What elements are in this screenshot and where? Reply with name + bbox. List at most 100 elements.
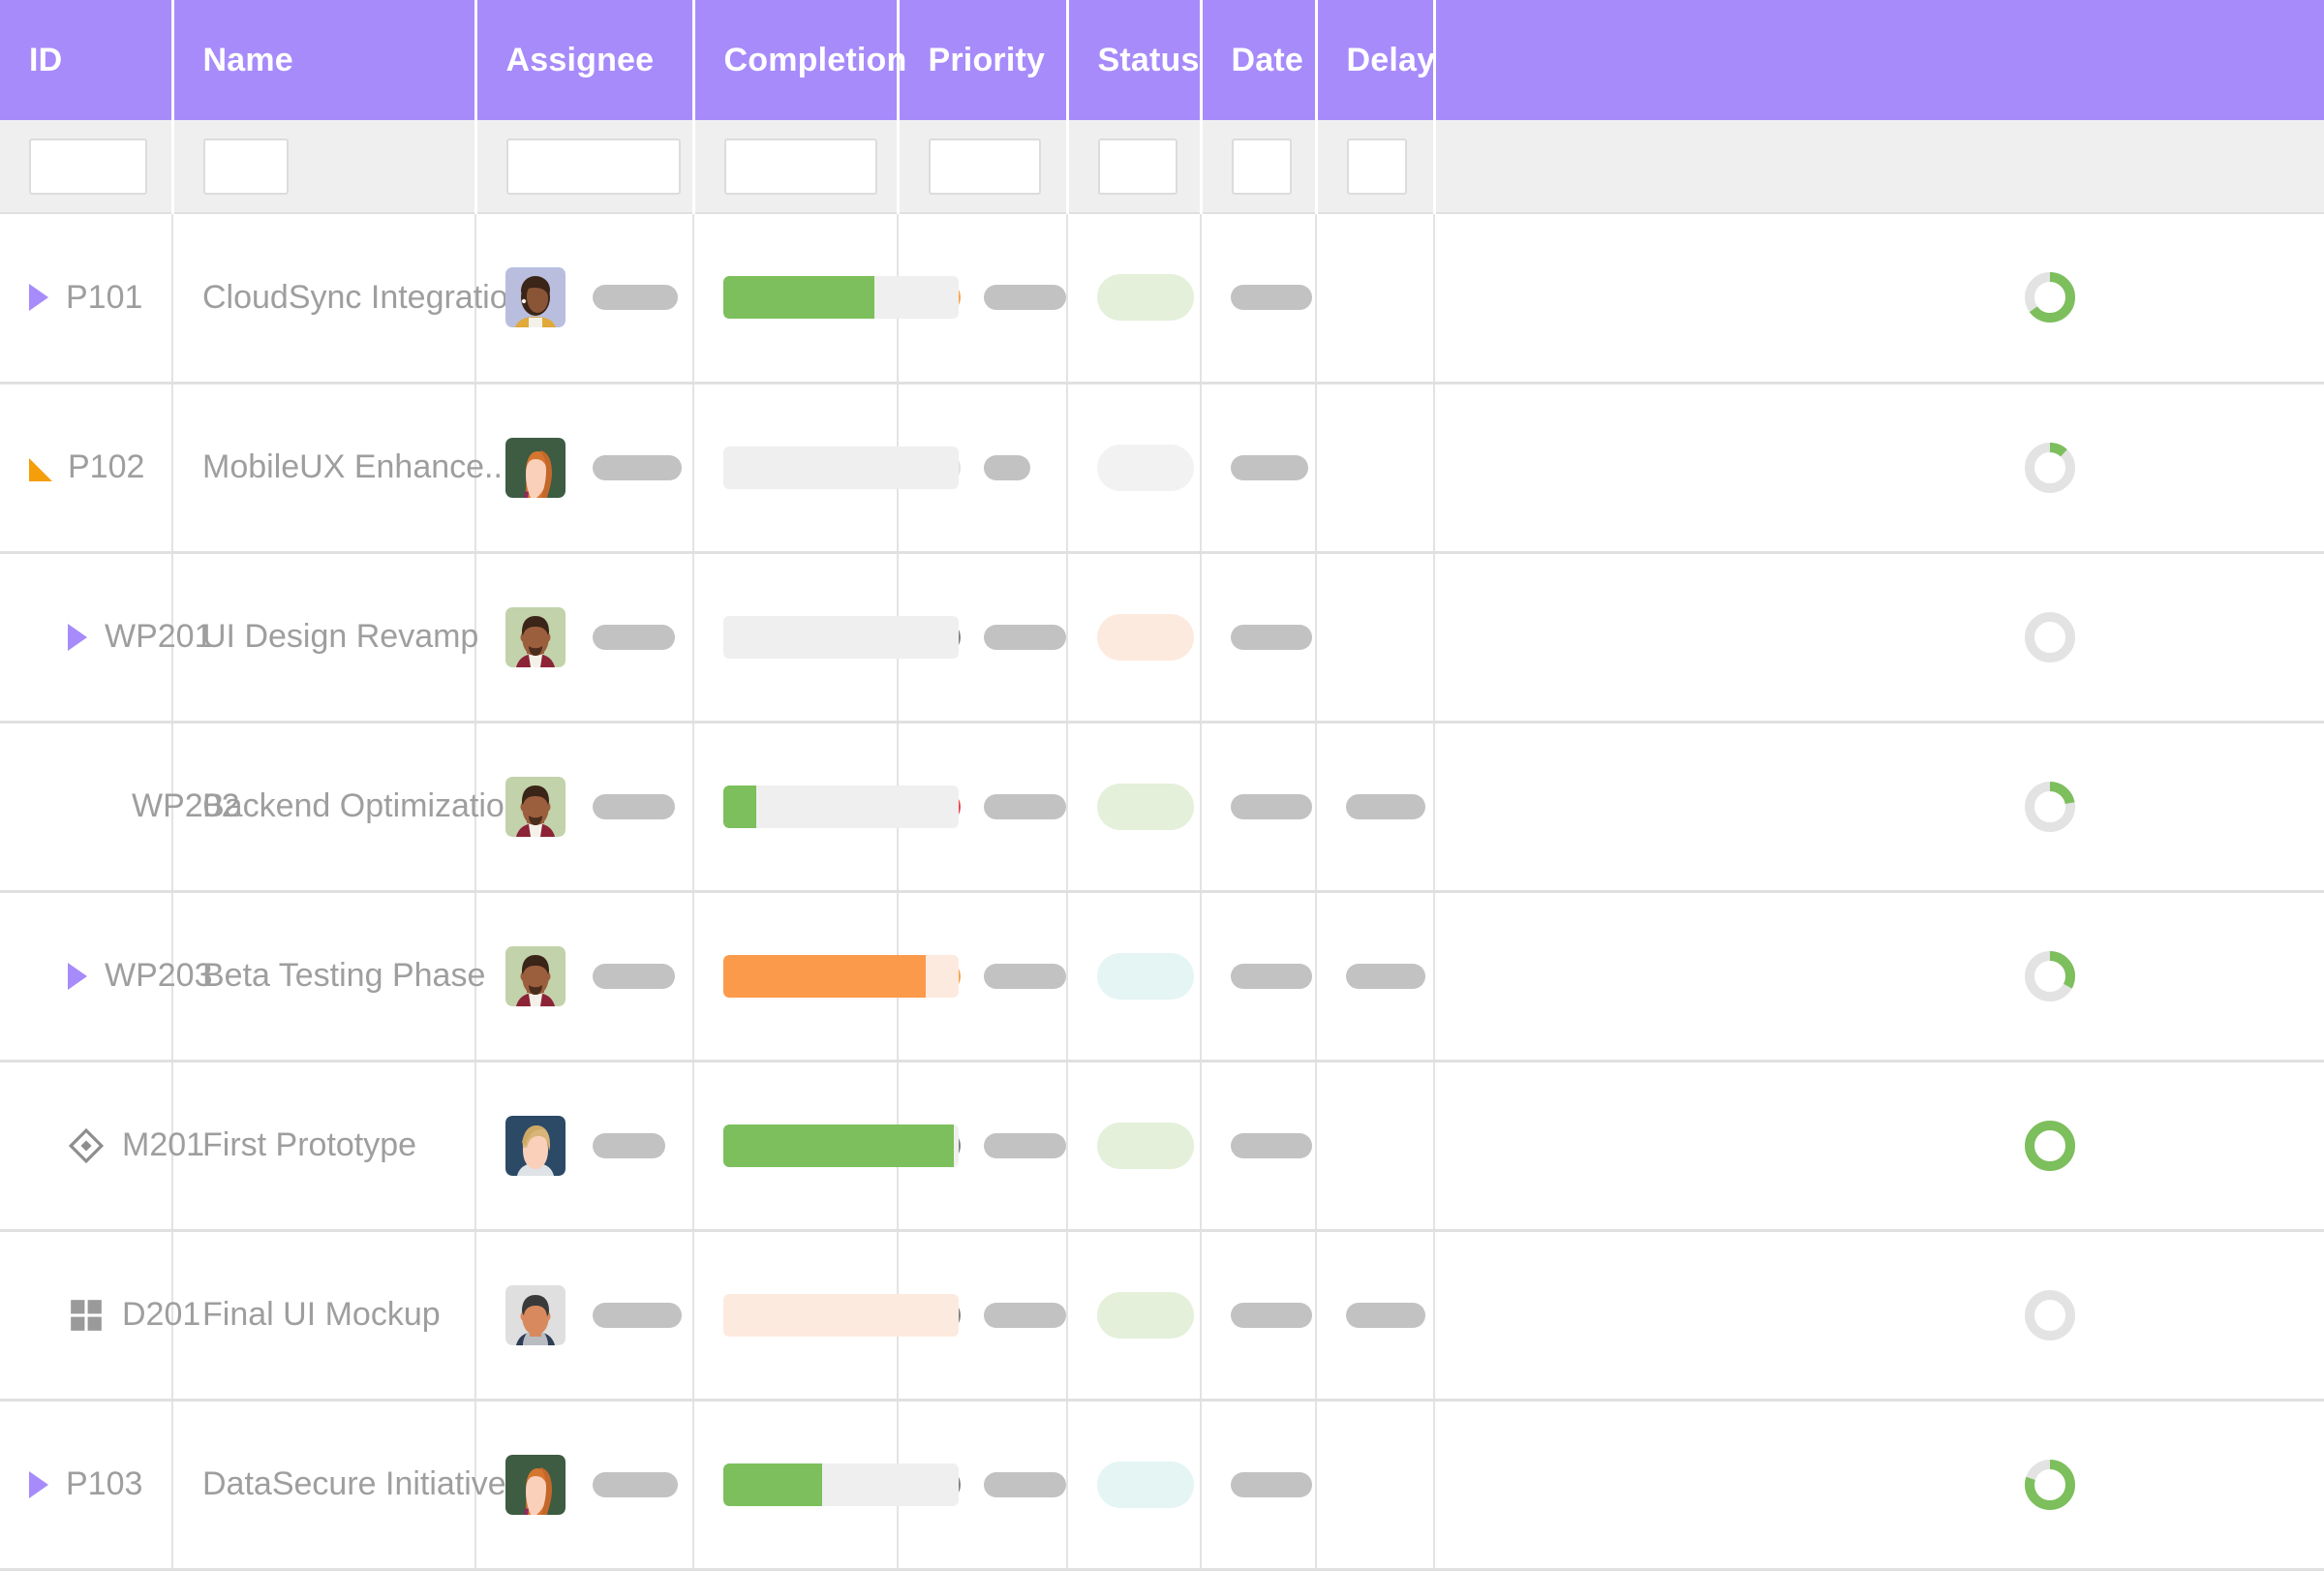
filter-input-assignee[interactable] — [505, 138, 681, 195]
filter-row — [0, 120, 2324, 214]
table-row[interactable]: M201 First Prototype — [0, 1061, 2324, 1232]
table-row[interactable]: P103 DataSecure Initiative — [0, 1400, 2324, 1571]
priority-label-placeholder — [984, 454, 1030, 480]
table-row[interactable]: P102 MobileUX Enhance... — [0, 383, 2324, 554]
column-header-priority[interactable]: Priority — [898, 0, 1069, 120]
column-header-name[interactable]: Name — [172, 0, 477, 120]
filter-input-status[interactable] — [1097, 138, 1177, 195]
cell-assignee[interactable] — [475, 383, 694, 554]
priority-label-placeholder — [984, 963, 1066, 989]
cell-status[interactable] — [1067, 1230, 1202, 1402]
table-row[interactable]: WP201 UI Design Revamp — [0, 552, 2324, 724]
cell-completion[interactable] — [693, 552, 959, 724]
cell-status[interactable] — [1067, 383, 1202, 554]
cell-progress-ring[interactable] — [1434, 1400, 2324, 1571]
cell-progress-ring[interactable] — [1434, 722, 2324, 893]
cell-progress-ring[interactable] — [1434, 383, 2324, 554]
cell-name[interactable]: DataSecure Initiative — [172, 1400, 506, 1571]
cell-delay[interactable] — [1316, 383, 1435, 554]
table-row[interactable]: P101 CloudSync Integration — [0, 213, 2324, 385]
table-row[interactable]: WP202 Backend Optimization — [0, 722, 2324, 893]
cell-date[interactable] — [1201, 383, 1317, 554]
column-header-progress[interactable] — [1434, 0, 2324, 120]
cell-completion[interactable] — [693, 213, 959, 385]
cell-progress-ring[interactable] — [1434, 552, 2324, 724]
cell-completion[interactable] — [693, 383, 959, 554]
cell-progress-ring[interactable] — [1434, 213, 2324, 385]
cell-delay[interactable] — [1316, 722, 1435, 893]
column-header-status[interactable]: Status — [1067, 0, 1203, 120]
delay-value-placeholder — [1346, 793, 1425, 819]
collapsed-triangle-icon[interactable] — [68, 962, 87, 990]
cell-status[interactable] — [1067, 552, 1202, 724]
cell-status[interactable] — [1067, 213, 1202, 385]
cell-assignee[interactable] — [475, 1400, 694, 1571]
cell-progress-ring[interactable] — [1434, 1061, 2324, 1232]
cell-date[interactable] — [1201, 1061, 1317, 1232]
column-header-assignee[interactable]: Assignee — [475, 0, 695, 120]
table-row[interactable]: D201 Final UI Mockup — [0, 1230, 2324, 1402]
cell-delay[interactable] — [1316, 213, 1435, 385]
cell-delay[interactable] — [1316, 1061, 1435, 1232]
cell-assignee[interactable] — [475, 213, 694, 385]
filter-input-name[interactable] — [202, 138, 289, 195]
cell-assignee[interactable] — [475, 1230, 694, 1402]
cell-completion[interactable] — [693, 1400, 959, 1571]
collapsed-triangle-icon[interactable] — [29, 284, 48, 312]
cell-name[interactable]: MobileUX Enhance... — [172, 383, 511, 554]
cell-completion[interactable] — [693, 1230, 959, 1402]
cell-progress-ring[interactable] — [1434, 891, 2324, 1063]
cell-id[interactable]: P101 — [0, 213, 173, 385]
column-header-date[interactable]: Date — [1201, 0, 1318, 120]
cell-date[interactable] — [1201, 1230, 1317, 1402]
cell-name[interactable]: CloudSync Integration — [172, 213, 527, 385]
cell-date[interactable] — [1201, 891, 1317, 1063]
cell-status[interactable] — [1067, 1061, 1202, 1232]
cell-progress-ring[interactable] — [1434, 1230, 2324, 1402]
cell-id[interactable]: WP203 — [0, 891, 213, 1063]
cell-date[interactable] — [1201, 722, 1317, 893]
cell-name[interactable]: First Prototype — [172, 1061, 476, 1232]
cell-id[interactable]: WP201 — [0, 552, 213, 724]
cell-name[interactable]: UI Design Revamp — [172, 552, 478, 724]
cell-assignee[interactable] — [475, 552, 694, 724]
cell-status[interactable] — [1067, 1400, 1202, 1571]
cell-completion[interactable] — [693, 1061, 959, 1232]
filter-input-date[interactable] — [1231, 138, 1292, 195]
cell-completion[interactable] — [693, 722, 959, 893]
cell-name[interactable]: Beta Testing Phase — [172, 891, 485, 1063]
cell-delay[interactable] — [1316, 891, 1435, 1063]
cell-assignee[interactable] — [475, 891, 694, 1063]
column-header-delay[interactable]: Delay — [1316, 0, 1436, 120]
cell-date[interactable] — [1201, 1400, 1317, 1571]
cell-delay[interactable] — [1316, 1230, 1435, 1402]
table-row[interactable]: WP203 Beta Testing Phase — [0, 891, 2324, 1063]
cell-id[interactable]: P102 — [0, 383, 173, 554]
cell-name[interactable]: Backend Optimization — [172, 722, 523, 893]
cell-assignee[interactable] — [475, 722, 694, 893]
filter-input-priority[interactable] — [928, 138, 1041, 195]
collapsed-triangle-icon[interactable] — [29, 1470, 48, 1498]
cell-status[interactable] — [1067, 722, 1202, 893]
cell-name[interactable]: Final UI Mockup — [172, 1230, 476, 1402]
cell-delay[interactable] — [1316, 1400, 1435, 1571]
column-header-id[interactable]: ID — [0, 0, 174, 120]
cell-completion[interactable] — [693, 891, 959, 1063]
filter-input-completion[interactable] — [723, 138, 877, 195]
expanded-triangle-icon[interactable] — [29, 457, 52, 481]
cell-status[interactable] — [1067, 891, 1202, 1063]
cell-id[interactable]: P103 — [0, 1400, 173, 1571]
cell-id[interactable]: M201 — [0, 1061, 204, 1232]
cell-id[interactable]: WP202 — [0, 722, 240, 893]
cell-date[interactable] — [1201, 552, 1317, 724]
cell-assignee[interactable] — [475, 1061, 694, 1232]
cell-date[interactable] — [1201, 213, 1317, 385]
row-id-label: P103 — [66, 1465, 143, 1502]
cell-delay[interactable] — [1316, 552, 1435, 724]
cell-id[interactable]: D201 — [0, 1230, 200, 1402]
collapsed-triangle-icon[interactable] — [68, 623, 87, 651]
filter-input-id[interactable] — [29, 138, 147, 195]
filter-input-delay[interactable] — [1346, 138, 1407, 195]
status-badge — [1097, 613, 1194, 661]
column-header-completion[interactable]: Completion — [693, 0, 906, 120]
